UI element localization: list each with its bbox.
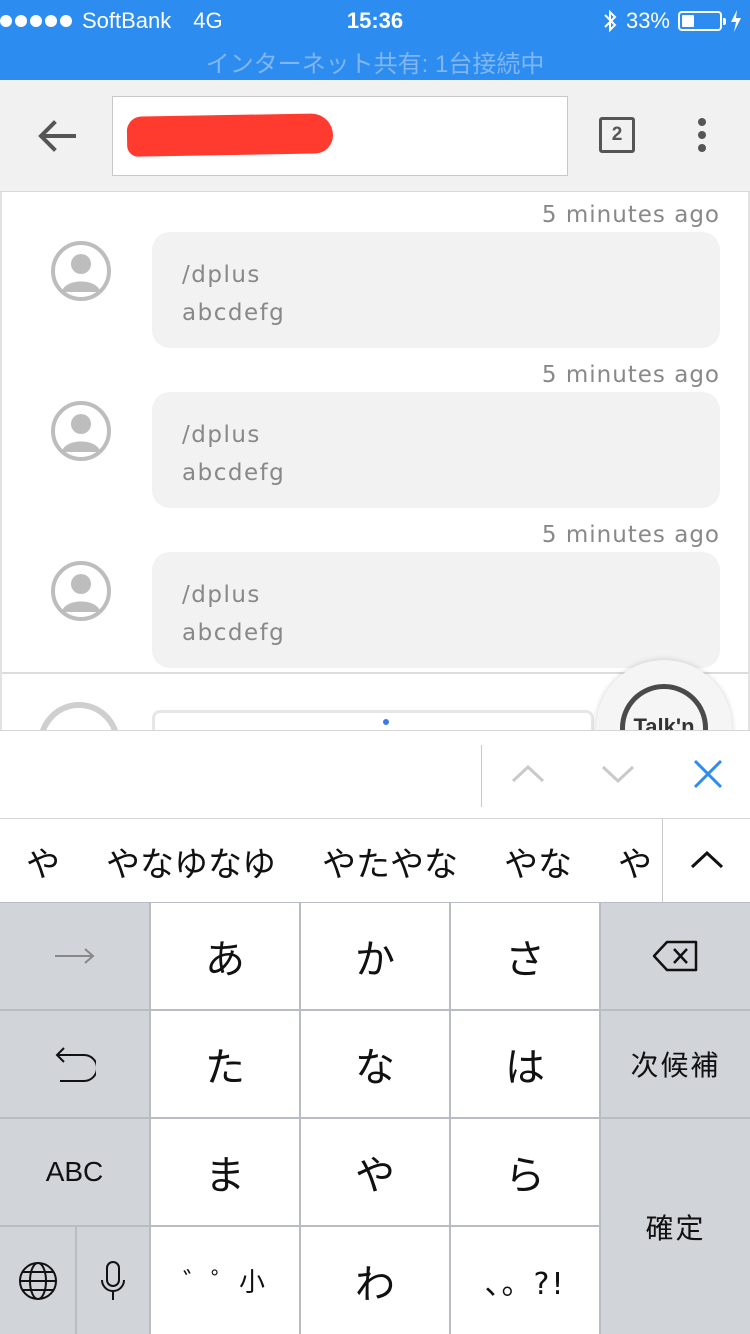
message-command: /dplus xyxy=(182,582,261,608)
candidate-item[interactable]: やたやな xyxy=(322,837,458,886)
dakuten-key[interactable]: ゛゜小 xyxy=(151,1227,299,1334)
message-bubble: /dplus abcdefg xyxy=(152,392,720,508)
key-ya[interactable]: や xyxy=(301,1119,449,1225)
candidate-item[interactable]: や xyxy=(618,837,652,886)
status-bar: SoftBank 4G 15:36 33% インターネット共有: 1台接続中 xyxy=(0,0,750,80)
bluetooth-icon xyxy=(604,9,617,33)
globe-key[interactable] xyxy=(0,1227,75,1334)
battery-icon xyxy=(678,11,726,31)
accessory-divider xyxy=(481,745,482,807)
message-item: 5 minutes ago /dplus abcdefg xyxy=(2,512,748,672)
status-right: 33% xyxy=(602,8,742,34)
candidate-item[interactable]: やな xyxy=(504,837,572,886)
candidate-item[interactable]: や xyxy=(26,837,60,886)
user-avatar xyxy=(38,702,120,730)
message-item: 5 minutes ago /dplus abcdefg xyxy=(2,192,748,352)
message-time: 5 minutes ago xyxy=(541,362,720,388)
back-arrow-icon[interactable] xyxy=(34,114,78,158)
abc-key[interactable]: ABC xyxy=(0,1119,149,1225)
kana-keyboard: あ か さ た な は 次候補 ABC ま や ら 確定 ゛゜小 わ 、。?! xyxy=(0,902,750,1334)
key-ka[interactable]: か xyxy=(301,903,449,1009)
candidate-list: や やなゆなゆ やたやな やな や xyxy=(26,837,698,886)
backspace-icon xyxy=(652,940,697,972)
cursor-right-key[interactable] xyxy=(0,903,149,1009)
message-command: /dplus xyxy=(182,262,261,288)
punctuation-key[interactable]: 、。?! xyxy=(451,1227,599,1334)
chevron-up-icon[interactable] xyxy=(508,759,548,789)
key-sa[interactable]: さ xyxy=(451,903,599,1009)
candidate-item[interactable]: やなゆなゆ xyxy=(106,837,276,886)
message-item: 5 minutes ago /dplus abcdefg xyxy=(2,352,748,512)
more-options-icon[interactable] xyxy=(690,118,714,154)
message-text: abcdefg xyxy=(182,460,286,486)
message-feed[interactable]: 5 minutes ago /dplus abcdefg 5 minutes a… xyxy=(0,192,750,730)
chevron-up-icon xyxy=(690,850,724,869)
battery-percent: 33% xyxy=(625,8,670,33)
chevron-down-icon[interactable] xyxy=(598,759,638,789)
message-bubble: /dplus abcdefg xyxy=(152,232,720,348)
avatar-icon xyxy=(51,401,111,461)
message-text: abcdefg xyxy=(182,620,286,646)
input-accessory-bar xyxy=(0,730,750,818)
redaction-mark xyxy=(126,113,334,157)
tab-switcher-button[interactable]: 2 xyxy=(599,117,635,153)
charging-icon xyxy=(731,10,741,32)
key-ha[interactable]: は xyxy=(451,1011,599,1117)
avatar-icon xyxy=(51,561,111,621)
backspace-key[interactable] xyxy=(601,903,750,1009)
close-icon[interactable] xyxy=(688,759,728,789)
message-bubble: /dplus abcdefg xyxy=(152,552,720,668)
hotspot-banner[interactable]: インターネット共有: 1台接続中 xyxy=(0,44,750,79)
undo-icon xyxy=(55,1047,96,1082)
key-a[interactable]: あ xyxy=(151,903,299,1009)
message-time: 5 minutes ago xyxy=(541,202,720,228)
next-candidate-key[interactable]: 次候補 xyxy=(601,1011,750,1117)
message-command: /dplus xyxy=(182,422,261,448)
avatar-icon xyxy=(51,241,111,301)
expand-candidates-button[interactable] xyxy=(662,819,750,902)
arrow-right-icon xyxy=(54,948,95,964)
message-input[interactable] xyxy=(152,710,594,730)
key-ma[interactable]: ま xyxy=(151,1119,299,1225)
confirm-key[interactable]: 確定 xyxy=(601,1119,750,1334)
microphone-icon xyxy=(101,1260,125,1300)
mic-key[interactable] xyxy=(77,1227,149,1334)
key-wa[interactable]: わ xyxy=(301,1227,449,1334)
browser-toolbar: 2 xyxy=(0,80,750,192)
url-bar[interactable] xyxy=(112,96,568,176)
key-ra[interactable]: ら xyxy=(451,1119,599,1225)
message-text: abcdefg xyxy=(182,300,286,326)
talk-label: Talk'n xyxy=(633,714,695,730)
undo-key[interactable] xyxy=(0,1011,149,1117)
candidate-bar: や やなゆなゆ やたやな やな や xyxy=(0,818,750,902)
globe-icon xyxy=(18,1261,57,1300)
message-time: 5 minutes ago xyxy=(541,522,720,548)
key-na[interactable]: な xyxy=(301,1011,449,1117)
key-ta[interactable]: た xyxy=(151,1011,299,1117)
